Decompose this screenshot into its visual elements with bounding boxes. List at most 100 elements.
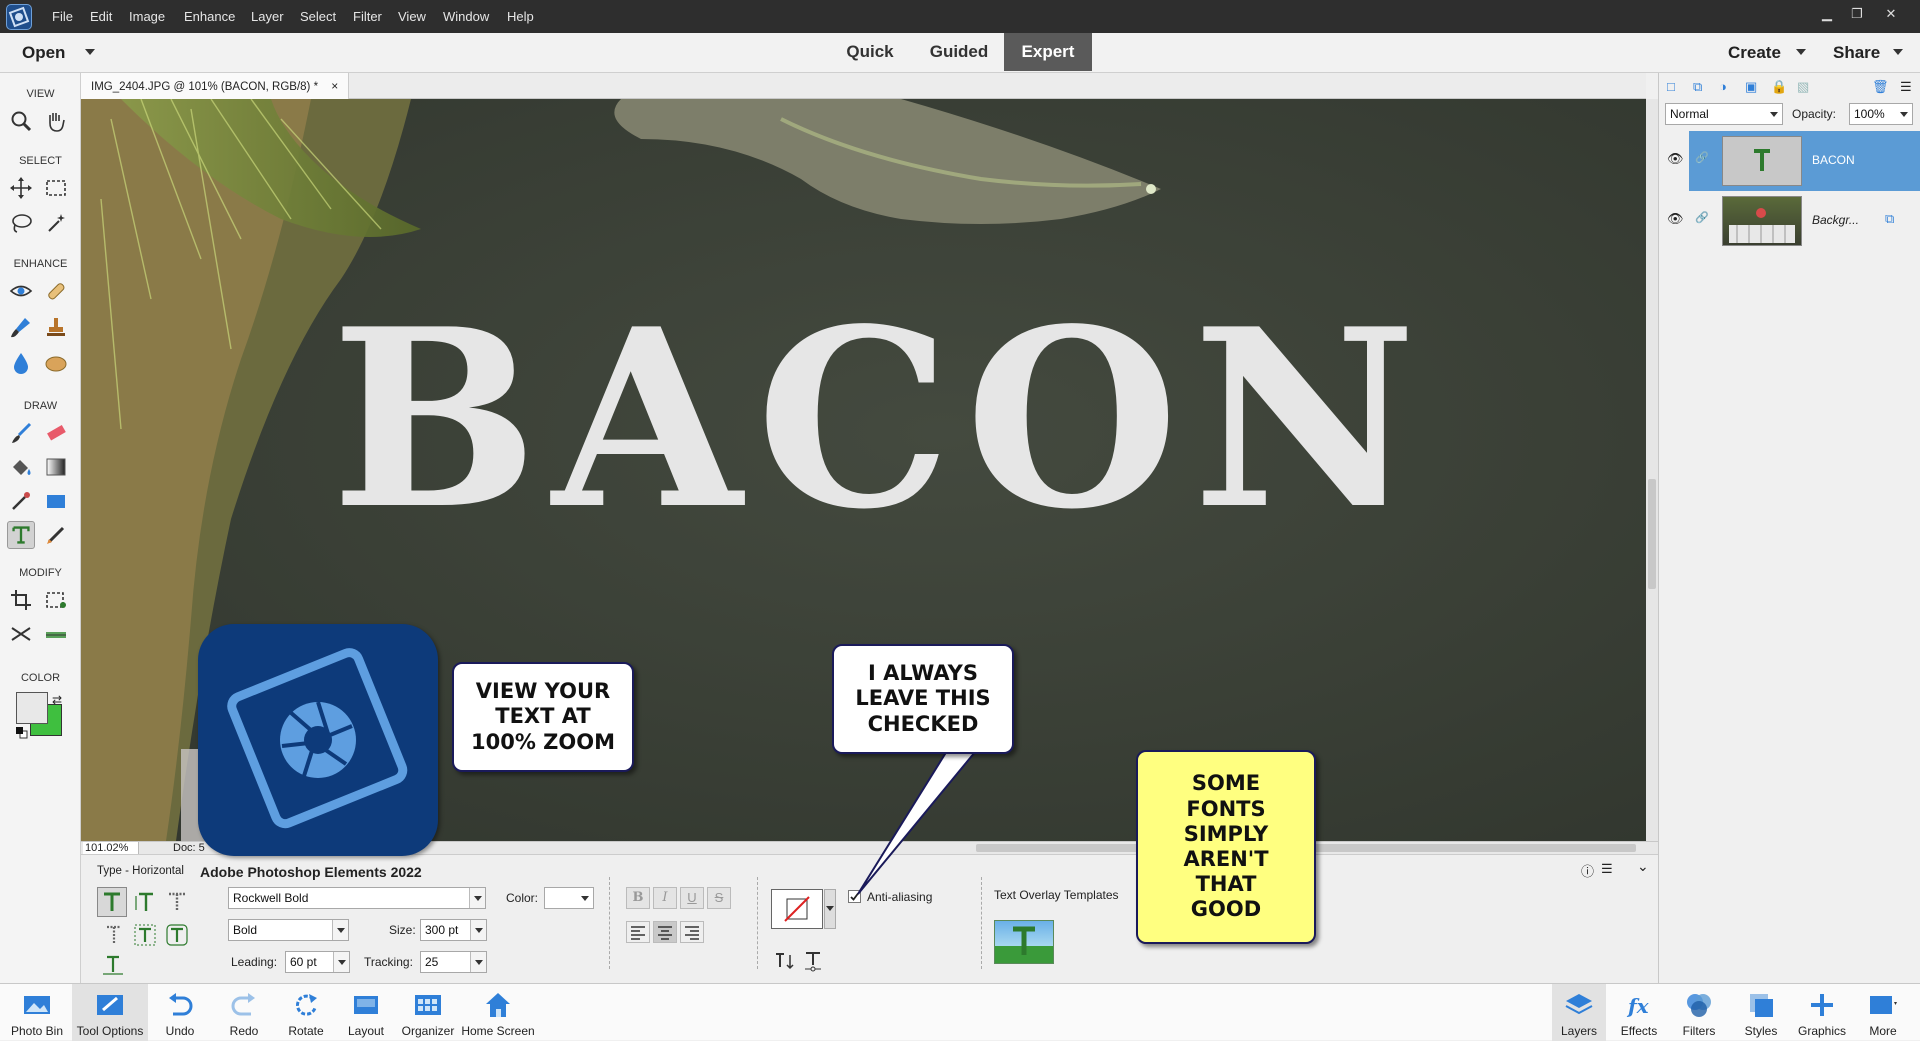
blur-tool-icon[interactable] <box>7 349 35 377</box>
bold-button[interactable]: B <box>626 887 650 909</box>
swap-colors-icon[interactable]: ⇄ <box>52 693 62 707</box>
type-on-selection-icon[interactable] <box>131 921 159 949</box>
close-button[interactable]: ✕ <box>1880 6 1902 24</box>
sponge-tool-icon[interactable] <box>42 349 70 377</box>
move-tool-icon[interactable] <box>7 174 35 202</box>
underline-button[interactable]: U <box>680 887 704 909</box>
mode-guided[interactable]: Guided <box>918 33 1000 71</box>
rotate-button[interactable]: Rotate <box>280 984 332 1041</box>
eraser-tool-icon[interactable] <box>42 419 70 447</box>
menu-edit[interactable]: Edit <box>90 9 112 24</box>
zoom-tool-icon[interactable] <box>7 107 35 135</box>
eyedropper-tool-icon[interactable] <box>7 487 35 515</box>
type-on-shape-icon[interactable] <box>163 921 191 949</box>
layer-name[interactable]: BACON <box>1812 153 1855 167</box>
share-dropdown-icon[interactable] <box>1893 49 1903 60</box>
menu-help[interactable]: Help <box>507 9 534 24</box>
share-button[interactable]: Share <box>1833 43 1880 63</box>
help-icon[interactable]: ⓘ <box>1581 861 1594 880</box>
layer-row-background[interactable]: 👁 🔗 Backgr... ⧉ <box>1659 191 1920 251</box>
hand-tool-icon[interactable] <box>42 107 70 135</box>
red-eye-tool-icon[interactable] <box>7 277 35 305</box>
layers-panel-menu-icon[interactable]: ☰ <box>1900 79 1912 95</box>
menu-enhance[interactable]: Enhance <box>184 9 235 24</box>
open-dropdown-icon[interactable] <box>85 49 95 60</box>
effects-button[interactable]: fx Effects <box>1612 984 1666 1041</box>
filters-button[interactable]: Filters <box>1672 984 1726 1041</box>
collapse-panel-icon[interactable]: ⌄ <box>1637 858 1649 875</box>
photo-bin-button[interactable]: Photo Bin <box>2 984 72 1041</box>
foreground-color-swatch[interactable] <box>16 692 48 724</box>
organizer-button[interactable]: Organizer <box>398 984 458 1041</box>
type-vertical-icon[interactable] <box>131 888 159 916</box>
font-style-select[interactable]: Bold <box>228 919 349 941</box>
close-tab-icon[interactable]: × <box>331 79 338 93</box>
vertical-scrollbar[interactable] <box>1646 99 1658 841</box>
smart-brush-tool-icon[interactable] <box>7 313 35 341</box>
gradient-tool-icon[interactable] <box>42 453 70 481</box>
panel-menu-icon[interactable]: ☰ <box>1601 861 1613 877</box>
layer-link-icon[interactable]: 🔗 <box>1695 211 1709 224</box>
change-orientation-icon[interactable] <box>773 949 797 973</box>
delete-layer-icon[interactable]: 🗑 <box>1872 79 1889 95</box>
font-size-select[interactable]: 300 pt <box>420 919 487 941</box>
menu-select[interactable]: Select <box>300 9 336 24</box>
layer-mask-icon[interactable]: ▣ <box>1745 79 1757 95</box>
warp-dropdown-icon[interactable] <box>824 889 836 929</box>
new-layer-icon[interactable]: □ <box>1667 79 1675 94</box>
italic-button[interactable]: I <box>653 887 677 909</box>
menu-image[interactable]: Image <box>129 9 165 24</box>
type-horizontal-icon[interactable] <box>97 887 127 917</box>
new-group-icon[interactable]: ⧉ <box>1693 79 1702 95</box>
content-aware-move-icon[interactable] <box>7 620 35 648</box>
menu-filter[interactable]: Filter <box>353 9 382 24</box>
create-dropdown-icon[interactable] <box>1796 49 1806 60</box>
layer-name[interactable]: Backgr... <box>1812 213 1859 227</box>
minimize-button[interactable]: ▁ <box>1816 6 1838 24</box>
adjustment-layer-icon[interactable]: ◑ <box>1719 79 1727 94</box>
warp-text-button[interactable] <box>771 889 823 929</box>
undo-button[interactable]: Undo <box>156 984 204 1041</box>
tool-options-button[interactable]: Tool Options <box>72 984 148 1041</box>
recompose-tool-icon[interactable] <box>42 586 70 614</box>
shape-tool-icon[interactable] <box>42 487 70 515</box>
home-screen-button[interactable]: Home Screen <box>460 984 536 1041</box>
text-overlay-template-thumbnail[interactable] <box>994 920 1054 964</box>
type-vertical-mask-icon[interactable] <box>99 921 127 949</box>
open-button[interactable]: Open <box>22 43 65 63</box>
redo-button[interactable]: Redo <box>220 984 268 1041</box>
align-left-button[interactable] <box>626 921 650 943</box>
brush-tool-icon[interactable] <box>7 419 35 447</box>
layer-visibility-eye-icon[interactable]: 👁 <box>1667 211 1684 227</box>
pencil-tool-icon[interactable] <box>42 521 70 549</box>
graphics-button[interactable]: Graphics <box>1792 984 1852 1041</box>
spot-healing-tool-icon[interactable] <box>42 277 70 305</box>
layer-visibility-eye-icon[interactable]: 👁 <box>1667 151 1684 167</box>
tracking-select[interactable]: 25 <box>420 951 487 973</box>
magic-wand-tool-icon[interactable] <box>42 209 70 237</box>
menu-view[interactable]: View <box>398 9 426 24</box>
clone-stamp-tool-icon[interactable] <box>42 313 70 341</box>
lasso-tool-icon[interactable] <box>7 209 35 237</box>
menu-file[interactable]: File <box>52 9 73 24</box>
default-colors-icon[interactable] <box>16 727 28 739</box>
vertical-scroll-thumb[interactable] <box>1648 479 1656 589</box>
layer-link-icon[interactable]: 🔗 <box>1695 151 1709 164</box>
type-on-path-icon[interactable] <box>99 953 127 977</box>
crop-tool-icon[interactable] <box>7 586 35 614</box>
opacity-select[interactable]: 100% <box>1849 103 1913 125</box>
align-right-button[interactable] <box>680 921 704 943</box>
styles-button[interactable]: Styles <box>1734 984 1788 1041</box>
menu-layer[interactable]: Layer <box>251 9 284 24</box>
canvas-text-layer[interactable]: BACON <box>331 297 1646 542</box>
mode-expert[interactable]: Expert <box>1004 33 1092 71</box>
blend-mode-select[interactable]: Normal <box>1665 103 1783 125</box>
marquee-tool-icon[interactable] <box>42 174 70 202</box>
text-on-path-toggle-icon[interactable] <box>801 949 825 973</box>
document-tab[interactable]: IMG_2404.JPG @ 101% (BACON, RGB/8) * × <box>81 73 350 99</box>
create-button[interactable]: Create <box>1728 43 1781 63</box>
align-center-button[interactable] <box>653 921 677 943</box>
strikethrough-button[interactable]: S <box>707 887 731 909</box>
layer-row-bacon[interactable]: 👁 🔗 BACON <box>1659 131 1920 191</box>
text-color-picker[interactable] <box>544 887 594 909</box>
